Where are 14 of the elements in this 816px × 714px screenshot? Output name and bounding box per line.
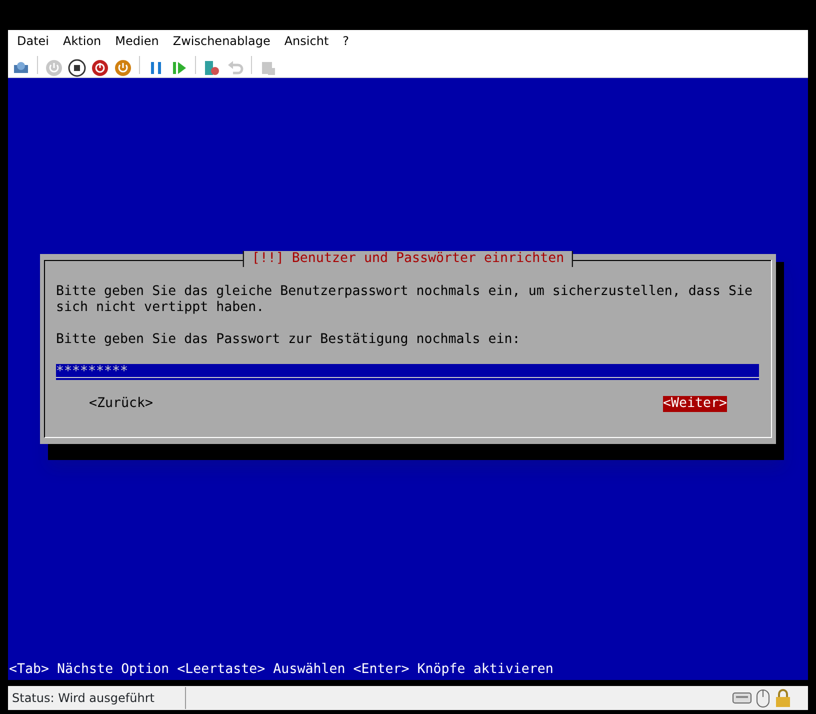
lock-icon <box>774 688 792 708</box>
dialog-title: [!!] Benutzer und Passwörter einrichten <box>242 251 574 267</box>
menu-item[interactable]: Datei <box>10 32 56 50</box>
menu-item[interactable]: Ansicht <box>277 32 336 50</box>
status-text: Status: Wird ausgeführt <box>8 687 186 709</box>
menu-item[interactable]: ? <box>336 32 356 50</box>
menu-item[interactable]: Aktion <box>56 32 108 50</box>
dialog-text: Bitte geben Sie das Passwort zur Bestätigung nochmals ein: <box>56 332 522 348</box>
dialog-button[interactable]: <Zurück> <box>89 396 154 412</box>
password-field[interactable]: ********* <box>56 364 759 380</box>
dialog-text: Bitte geben Sie das gleiche Benutzerpasswort nochmals ein, um sicherzustellen, dass Sie sich nicht vertippt haben. <box>56 284 754 316</box>
menu-item[interactable]: Zwischenablage <box>166 32 278 50</box>
menu-item[interactable]: Medien <box>108 32 166 50</box>
dialog-button[interactable]: <Weiter> <box>662 396 727 412</box>
